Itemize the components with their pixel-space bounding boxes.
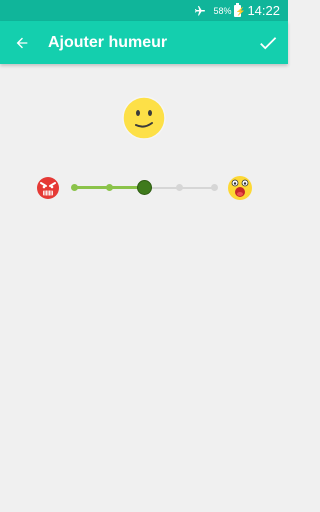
check-icon: [260, 36, 277, 49]
angry-face-icon[interactable]: [36, 176, 60, 200]
arrow-back-icon: [16, 37, 28, 48]
excited-face-icon[interactable]: [227, 175, 253, 201]
slider-thumb[interactable]: [136, 180, 152, 195]
slider-step-dot[interactable]: [175, 184, 183, 191]
airplane-icon: [193, 5, 207, 17]
clock: 14:22: [247, 3, 280, 18]
battery-charging-icon: ⚡: [234, 2, 246, 17]
slider-step-dot[interactable]: [70, 184, 78, 191]
mood-editor: [0, 64, 288, 512]
page-title: Ajouter humeur: [48, 33, 168, 51]
confirm-button[interactable]: [248, 21, 288, 64]
slider-step-dot[interactable]: [105, 184, 113, 191]
status-bar: 58% ⚡ 14:22: [0, 0, 288, 21]
battery-percent: 58%: [213, 5, 232, 16]
app-bar: Ajouter humeur: [0, 21, 288, 64]
back-button[interactable]: [0, 21, 44, 64]
neutral-smile-face-icon: [122, 96, 166, 140]
mood-slider[interactable]: [0, 172, 288, 202]
slider-step-dot[interactable]: [210, 184, 218, 191]
